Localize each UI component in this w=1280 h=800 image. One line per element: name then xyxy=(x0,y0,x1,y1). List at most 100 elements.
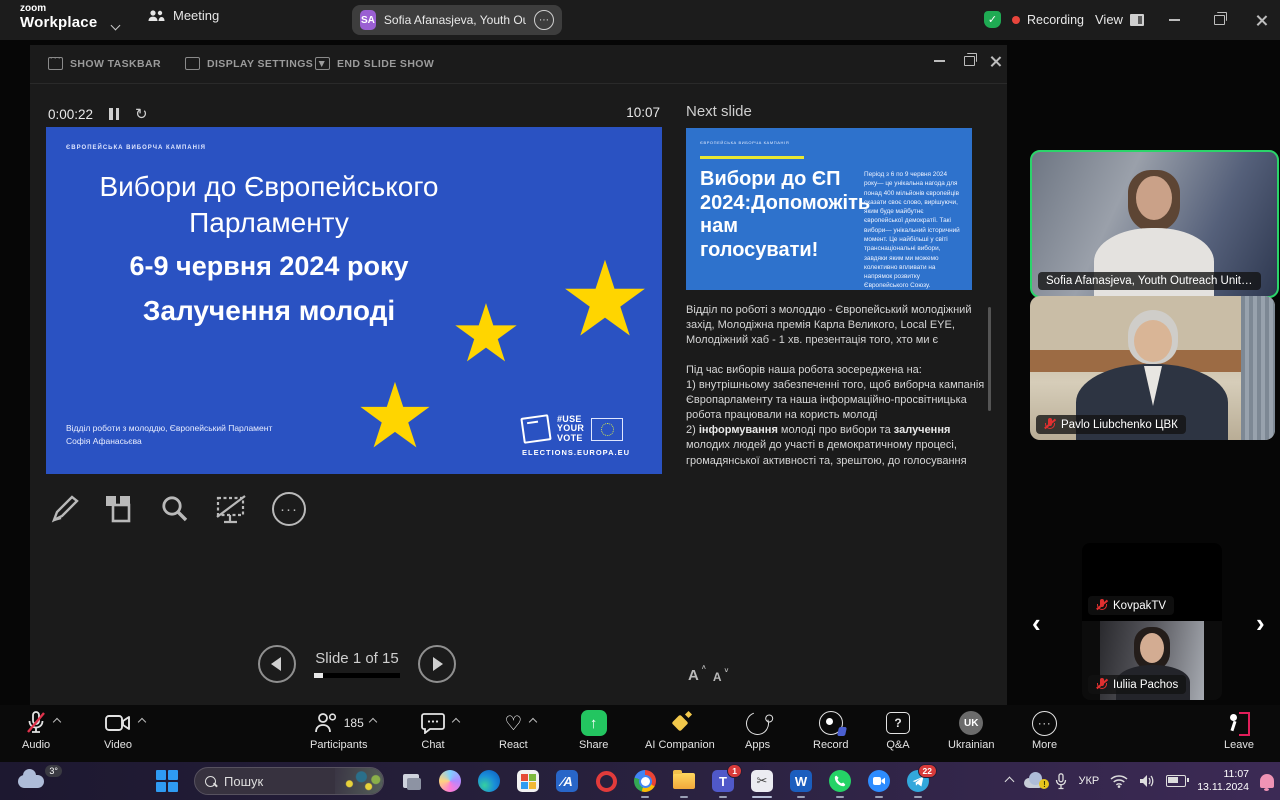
zoom-workplace-logo: zoom Workplace xyxy=(20,4,97,30)
file-explorer-button[interactable] xyxy=(672,769,696,793)
copilot-button[interactable] xyxy=(438,769,462,793)
black-screen-icon[interactable] xyxy=(214,494,248,524)
next-slide-button[interactable] xyxy=(418,645,456,683)
volume-icon[interactable] xyxy=(1139,774,1155,788)
battery-icon[interactable] xyxy=(1166,775,1186,787)
next-slide-kicker: ЄВРОПЕЙСЬКА ВИБОРЧА КАМПАНІЯ xyxy=(700,140,789,145)
chrome-icon xyxy=(634,770,656,792)
display-settings-button[interactable]: DISPLAY SETTINGS ▼ xyxy=(185,57,327,70)
opera-button[interactable] xyxy=(594,769,618,793)
keyboard-language[interactable]: УКР xyxy=(1078,775,1099,787)
interpretation-button[interactable]: UK Ukrainian xyxy=(948,711,994,751)
video-options-chevron[interactable] xyxy=(138,718,146,726)
task-view-button[interactable] xyxy=(399,769,423,793)
taskbar-app-a-button[interactable]: ∕A xyxy=(555,769,579,793)
gallery-previous-icon[interactable]: ‹ xyxy=(1032,608,1041,639)
speaker-more-icon[interactable]: ⋯ xyxy=(534,10,554,30)
store-button[interactable] xyxy=(516,769,540,793)
audio-label: Audio xyxy=(22,739,50,751)
microphone-tray-icon[interactable] xyxy=(1055,773,1067,790)
security-shield-icon[interactable]: ✓ xyxy=(984,11,1001,28)
leave-icon xyxy=(1228,712,1250,734)
close-button[interactable] xyxy=(1248,12,1276,28)
video-tile-pavlo[interactable]: Pavlo Liubchenko ЦВК xyxy=(1030,296,1275,440)
end-slide-show-button[interactable]: END SLIDE SHOW xyxy=(315,57,434,70)
slide-navigation: Slide 1 of 15 xyxy=(258,645,456,683)
qa-button[interactable]: ? Q&A xyxy=(886,711,910,751)
word-button[interactable]: W xyxy=(789,769,813,793)
slide-progress-bar xyxy=(314,673,400,678)
gallery-next-icon[interactable]: › xyxy=(1256,608,1265,639)
eu-flag-icon xyxy=(591,418,623,441)
pause-timer-icon[interactable] xyxy=(109,108,119,120)
snipping-tool-button[interactable]: ✂ xyxy=(750,769,774,793)
active-speaker-pill[interactable]: SA Sofia Afanasjeva, Youth Outreach ⋯ xyxy=(352,5,562,35)
start-button[interactable] xyxy=(155,769,179,793)
edge-button[interactable] xyxy=(477,769,501,793)
whatsapp-button[interactable] xyxy=(828,769,852,793)
speaker-notes[interactable]: Відділ по роботі з молоддю - Європейськи… xyxy=(686,303,988,469)
cloud-icon xyxy=(18,775,44,788)
minimize-button[interactable] xyxy=(1160,12,1188,28)
video-button[interactable]: Video xyxy=(104,711,132,751)
notes-scrollbar[interactable] xyxy=(988,307,991,411)
record-button[interactable]: Record xyxy=(813,711,848,751)
audio-options-chevron[interactable] xyxy=(53,718,61,726)
video-tile-iuliia[interactable]: Iuliia Pachos xyxy=(1082,621,1222,700)
participants-options-chevron[interactable] xyxy=(369,718,377,726)
participants-button[interactable]: 185 Participants xyxy=(310,711,367,751)
video-tile-sofia[interactable]: Sofia Afanasjeva, Youth Outreach Unit… xyxy=(1030,150,1279,298)
ppt-minimize-button[interactable] xyxy=(925,53,953,69)
slide-title-line3: 6-9 червня 2024 року xyxy=(64,249,474,284)
zoom-app-button[interactable] xyxy=(867,769,891,793)
participant-name-label: KovpakTV xyxy=(1088,596,1174,615)
next-slide-thumbnail[interactable]: ЄВРОПЕЙСЬКА ВИБОРЧА КАМПАНІЯ Вибори до Є… xyxy=(686,128,972,290)
leave-button[interactable]: Leave xyxy=(1224,711,1254,751)
pen-tool-icon[interactable] xyxy=(50,494,80,524)
restore-button[interactable] xyxy=(1205,12,1233,28)
teams-button[interactable]: T1 xyxy=(711,769,735,793)
apps-icon xyxy=(742,708,773,739)
active-speaker-name: Sofia Afanasjeva, Youth Outreach xyxy=(384,13,526,27)
muted-mic-icon xyxy=(1044,418,1055,431)
eu-star-icon: ★ xyxy=(450,294,522,374)
ballot-box-icon xyxy=(520,414,551,444)
restart-timer-icon[interactable]: ↻ xyxy=(135,105,148,123)
search-highlight-image[interactable] xyxy=(335,767,383,795)
workspace-chevron-down-icon[interactable] xyxy=(112,16,119,34)
react-button[interactable]: ♡ React xyxy=(499,711,528,751)
more-button[interactable]: ··· More xyxy=(1032,711,1057,751)
view-button[interactable]: View xyxy=(1095,12,1144,27)
tab-meeting[interactable]: Meeting xyxy=(148,8,219,23)
apps-button[interactable]: Apps xyxy=(745,711,770,751)
notes-paragraph: Відділ по роботі з молоддю - Європейськи… xyxy=(686,303,988,349)
notification-bell-icon[interactable] xyxy=(1260,774,1274,788)
current-slide: ЄВРОПЕЙСЬКА ВИБОРЧА КАМПАНІЯ Вибори до Є… xyxy=(46,127,662,474)
onedrive-tray-icon[interactable]: ! xyxy=(1024,776,1044,786)
video-tile-kovpaktv[interactable]: KovpakTV xyxy=(1082,543,1222,621)
chat-options-chevron[interactable] xyxy=(452,718,460,726)
search-box[interactable]: Пошук xyxy=(194,767,384,795)
weather-widget[interactable]: 3° xyxy=(16,767,62,795)
decrease-font-button[interactable]: A˅ xyxy=(713,670,722,684)
chrome-button[interactable] xyxy=(633,769,657,793)
clock-widget[interactable]: 11:07 13.11.2024 xyxy=(1197,768,1249,794)
share-button[interactable]: ↑ Share xyxy=(579,711,608,751)
audio-button[interactable]: Audio xyxy=(22,711,50,751)
react-options-chevron[interactable] xyxy=(529,718,537,726)
previous-slide-button[interactable] xyxy=(258,645,296,683)
ppt-restore-button[interactable] xyxy=(955,53,983,69)
chat-button[interactable]: Chat xyxy=(421,711,445,751)
ppt-close-button[interactable] xyxy=(982,53,1010,69)
show-taskbar-button[interactable]: SHOW TASKBAR xyxy=(48,57,161,70)
telegram-button[interactable]: 22 xyxy=(906,769,930,793)
zoom-slide-icon[interactable] xyxy=(160,494,190,524)
see-all-slides-icon[interactable] xyxy=(104,494,136,524)
use-your-vote-logo: #USE YOUR VOTE ELECTIONS.EUROPA.EU xyxy=(522,415,662,457)
apps-label: Apps xyxy=(745,739,770,751)
ai-companion-button[interactable]: AI Companion xyxy=(645,711,715,751)
tray-overflow-chevron[interactable] xyxy=(1005,776,1015,786)
wifi-icon[interactable] xyxy=(1110,774,1128,788)
more-slide-options-icon[interactable]: ··· xyxy=(272,492,306,526)
increase-font-button[interactable]: A˄ xyxy=(688,667,699,684)
